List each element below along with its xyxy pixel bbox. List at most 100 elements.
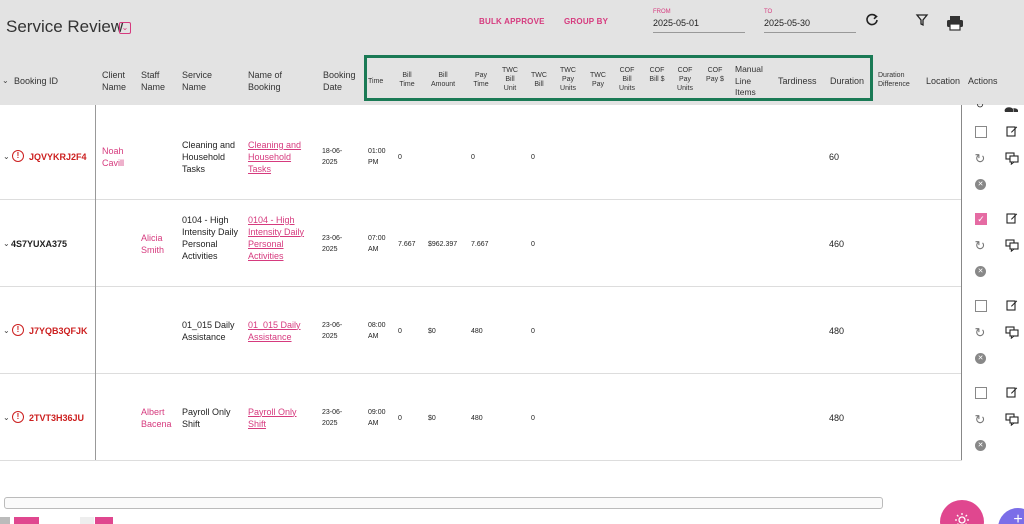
- time-value: 01:00 PM: [368, 147, 386, 166]
- time-value: 09:00 AM: [368, 408, 386, 427]
- close-circle-icon[interactable]: ✕: [975, 266, 986, 277]
- actions-column-divider: [961, 105, 962, 460]
- twc-bill-value: 0: [531, 153, 535, 161]
- chevron-down-icon[interactable]: ⌄: [3, 239, 10, 248]
- from-date-field[interactable]: FROM 2025-05-01: [653, 9, 745, 33]
- to-date-field[interactable]: TO 2025-05-30: [764, 9, 856, 33]
- col-duration-difference[interactable]: Duration Difference: [878, 71, 926, 89]
- bill-time-value: 7.667: [398, 240, 416, 248]
- row-select-checkbox[interactable]: [975, 387, 987, 399]
- booking-id[interactable]: 4S7YUXA375: [11, 238, 67, 250]
- booking-id[interactable]: J7YQB3QFJK: [29, 325, 88, 337]
- col-client-name[interactable]: Client Name: [102, 69, 134, 93]
- twc-bill-value: 0: [531, 414, 535, 422]
- staff-name[interactable]: Alicia Smith: [141, 232, 175, 256]
- frozen-column-divider: [95, 105, 96, 460]
- booking-date: 23-06-2025: [322, 408, 343, 427]
- booking-name-link[interactable]: 01_015 Daily Assistance: [248, 319, 308, 343]
- page-title: Service Review: [6, 17, 124, 36]
- bill-time-value: 0: [398, 153, 402, 161]
- col-actions: Actions: [968, 76, 998, 86]
- row-select-checkbox[interactable]: [975, 300, 987, 312]
- twc-bill-value: 0: [531, 327, 535, 335]
- chat-icon[interactable]: [1005, 239, 1019, 255]
- edit-icon[interactable]: [1005, 125, 1019, 140]
- booking-date: 18-06-2025: [322, 147, 343, 166]
- expand-all-chevron-icon[interactable]: ⌄: [2, 76, 9, 85]
- bill-time-value: 0: [398, 327, 402, 335]
- service-name: Payroll Only Shift: [182, 406, 231, 429]
- pagination-control[interactable]: [0, 517, 10, 524]
- pagination-control[interactable]: [95, 517, 113, 524]
- booking-name-link[interactable]: Payroll Only Shift: [248, 406, 308, 430]
- close-circle-icon[interactable]: ✕: [975, 440, 986, 451]
- bulk-approve-button[interactable]: BULK APPROVE: [479, 17, 545, 26]
- alert-circle-icon: !: [12, 323, 24, 336]
- col-booking-id[interactable]: Booking ID: [14, 75, 58, 87]
- row-select-checkbox[interactable]: ✓: [975, 213, 987, 225]
- service-name: Cleaning and Household Tasks: [182, 139, 236, 174]
- col-booking-date[interactable]: Booking Date: [323, 69, 359, 93]
- from-date-value[interactable]: 2025-05-01: [653, 18, 745, 32]
- row-select-checkbox[interactable]: [975, 126, 987, 138]
- service-name: 01_015 Daily Assistance: [182, 319, 235, 342]
- twc-bill-value: 0: [531, 240, 535, 248]
- highlighted-column-group: [364, 55, 873, 101]
- title-dropdown-icon[interactable]: ⌄: [119, 22, 131, 34]
- refresh-icon[interactable]: ↻: [973, 413, 987, 427]
- close-circle-icon[interactable]: ✕: [975, 353, 986, 364]
- booking-date: 23-06-2025: [322, 321, 343, 340]
- refresh-icon[interactable]: ↻: [973, 152, 987, 166]
- chat-icon[interactable]: 🗪: [1004, 104, 1018, 112]
- to-date-label: TO: [764, 9, 773, 15]
- booking-name-link[interactable]: 0104 - High Intensity Daily Personal Act…: [248, 214, 308, 262]
- from-date-label: FROM: [653, 9, 671, 15]
- pagination-control[interactable]: [14, 517, 39, 524]
- refresh-icon[interactable]: ↻: [973, 326, 987, 340]
- table-row[interactable]: [0, 113, 962, 200]
- chevron-down-icon[interactable]: ⌄: [3, 326, 10, 335]
- alert-circle-icon: !: [12, 410, 24, 423]
- chat-icon[interactable]: [1005, 326, 1019, 342]
- edit-icon[interactable]: [1005, 212, 1019, 227]
- add-fab-button[interactable]: +: [998, 508, 1024, 524]
- group-by-button[interactable]: GROUP BY: [564, 17, 608, 26]
- bill-time-value: 0: [398, 414, 402, 422]
- booking-id[interactable]: JQVYKRJ2F4: [29, 151, 87, 163]
- booking-date: 23-06-2025: [322, 234, 343, 253]
- edit-icon[interactable]: [1005, 386, 1019, 401]
- duration-value: 60: [829, 151, 840, 162]
- refresh-icon[interactable]: ↻: [973, 104, 987, 112]
- edit-icon[interactable]: [1005, 299, 1019, 314]
- horizontal-scrollbar[interactable]: [4, 497, 883, 509]
- duration-value: 480: [829, 412, 845, 423]
- chevron-down-icon[interactable]: ⌄: [3, 413, 10, 422]
- pay-time-value: 480: [471, 327, 483, 335]
- chevron-down-icon[interactable]: ⌄: [3, 152, 10, 161]
- print-icon[interactable]: [946, 15, 964, 31]
- pagination-control[interactable]: [80, 517, 94, 524]
- col-location[interactable]: Location: [926, 75, 960, 87]
- bill-amount-value: $0: [428, 327, 436, 335]
- chat-icon[interactable]: [1005, 413, 1019, 429]
- filter-icon[interactable]: [914, 13, 930, 29]
- booking-name-link[interactable]: Cleaning and Household Tasks: [248, 139, 308, 175]
- time-value: 08:00 AM: [368, 321, 386, 340]
- refresh-icon[interactable]: ↻: [973, 239, 987, 253]
- close-circle-icon[interactable]: ✕: [975, 179, 986, 190]
- service-name: 0104 - High Intensity Daily Personal Act…: [182, 214, 239, 261]
- duration-value: 460: [829, 238, 845, 249]
- pay-time-value: 0: [471, 153, 475, 161]
- col-service-name[interactable]: Service Name: [182, 69, 222, 93]
- client-name[interactable]: Noah Cavill: [102, 145, 136, 169]
- bill-amount-value: $962.397: [428, 240, 458, 248]
- chat-icon[interactable]: [1005, 152, 1019, 168]
- pay-time-value: 7.667: [471, 240, 489, 248]
- col-name-of-booking[interactable]: Name of Booking: [248, 69, 294, 93]
- to-date-value[interactable]: 2025-05-30: [764, 18, 856, 32]
- staff-name[interactable]: Albert Bacena: [141, 406, 175, 430]
- col-staff-name[interactable]: Staff Name: [141, 69, 171, 93]
- settings-fab-button[interactable]: [940, 500, 984, 524]
- booking-id[interactable]: 2TVT3H36JU: [29, 412, 84, 424]
- refresh-icon[interactable]: [864, 13, 880, 29]
